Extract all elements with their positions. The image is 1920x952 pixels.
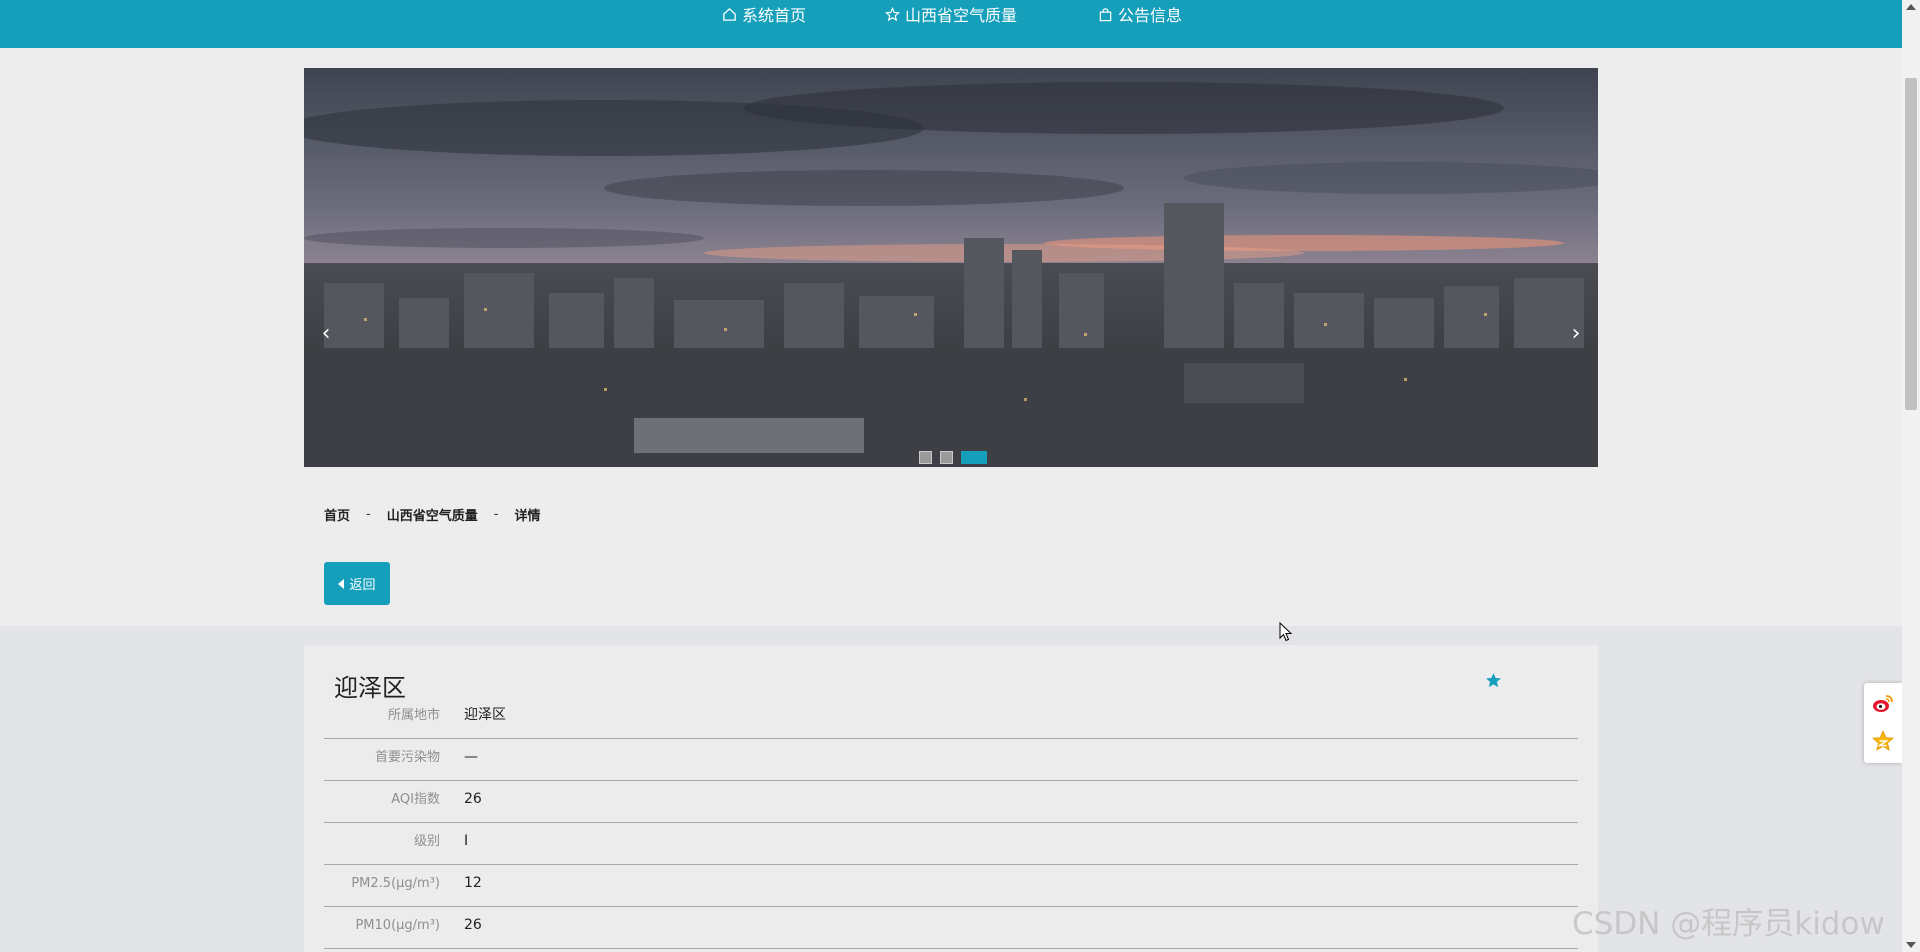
share-widget xyxy=(1864,683,1902,763)
detail-row-primary-pollutant: 首要污染物 — xyxy=(324,739,1578,781)
nav-home-label: 系统首页 xyxy=(742,6,807,25)
carousel-dot-1[interactable] xyxy=(919,451,932,464)
detail-label: 级别 xyxy=(413,834,440,849)
nav-notice-link[interactable]: 公告信息 xyxy=(1098,2,1182,26)
top-navigation-bar: 系统首页 山西省空气质量 公告信息 xyxy=(0,0,1902,49)
detail-row-aqi: AQI指数 26 xyxy=(324,781,1578,823)
breadcrumb-section[interactable]: 山西省空气质量 xyxy=(387,505,478,524)
favorite-star-icon[interactable] xyxy=(1485,672,1502,689)
nav-air-quality-link[interactable]: 山西省空气质量 xyxy=(885,2,1017,26)
carousel-next-arrow[interactable]: › xyxy=(1564,318,1588,348)
detail-label: AQI指数 xyxy=(391,792,440,807)
star-outline-icon xyxy=(885,6,900,21)
breadcrumb-separator: - xyxy=(493,507,499,522)
detail-value: 迎泽区 xyxy=(464,707,506,723)
scroll-up-arrow[interactable] xyxy=(1906,4,1916,10)
detail-row-pm10: PM10(μg/m³) 26 xyxy=(324,907,1578,949)
detail-label: 首要污染物 xyxy=(374,750,440,765)
mouse-cursor-icon xyxy=(1279,622,1293,642)
banner-carousel[interactable]: ‹ › xyxy=(304,68,1598,467)
back-button[interactable]: 返回 xyxy=(324,562,390,605)
nav-notice-label: 公告信息 xyxy=(1118,6,1183,25)
caret-left-icon xyxy=(338,578,345,589)
detail-row-city: 所属地市 迎泽区 xyxy=(324,697,1578,739)
detail-label: PM10(μg/m³) xyxy=(355,918,440,933)
detail-value: I xyxy=(464,833,469,849)
scroll-down-arrow[interactable] xyxy=(1906,942,1916,948)
detail-label: PM2.5(μg/m³) xyxy=(351,876,440,891)
breadcrumb: 首页 - 山西省空气质量 - 详情 xyxy=(324,505,540,524)
back-button-label: 返回 xyxy=(349,578,376,593)
city-skyline-image xyxy=(304,68,1598,467)
detail-value: — xyxy=(464,749,478,765)
detail-value: 26 xyxy=(464,917,482,933)
detail-value: 12 xyxy=(464,875,482,891)
page-scrollbar[interactable] xyxy=(1902,0,1920,952)
carousel-indicators xyxy=(919,451,987,464)
detail-table: 所属地市 迎泽区 首要污染物 — AQI指数 26 级别 I PM2.5(μg/… xyxy=(324,697,1578,949)
detail-row-pm25: PM2.5(μg/m³) 12 xyxy=(324,865,1578,907)
watermark: CSDN @程序员kidow xyxy=(1572,906,1885,942)
bag-icon xyxy=(1099,7,1112,21)
detail-row-level: 级别 I xyxy=(324,823,1578,865)
detail-label: 所属地市 xyxy=(387,708,440,723)
carousel-dot-2[interactable] xyxy=(940,451,953,464)
breadcrumb-current: 详情 xyxy=(514,509,541,524)
scroll-thumb[interactable] xyxy=(1905,78,1917,410)
detail-value: 26 xyxy=(464,791,482,807)
carousel-prev-arrow[interactable]: ‹ xyxy=(314,318,338,348)
carousel-dot-3-active[interactable] xyxy=(961,451,987,464)
nav-home-link[interactable]: 系统首页 xyxy=(722,2,806,26)
nav-air-quality-label: 山西省空气质量 xyxy=(905,6,1018,25)
home-icon xyxy=(723,7,736,21)
breadcrumb-home[interactable]: 首页 xyxy=(324,505,350,524)
weibo-share-icon[interactable] xyxy=(1871,692,1895,716)
detail-card: 迎泽区 所属地市 迎泽区 首要污染物 — AQI指数 26 级别 I PM2.5… xyxy=(304,645,1598,952)
favorite-share-icon[interactable] xyxy=(1871,729,1895,753)
breadcrumb-separator: - xyxy=(366,507,371,522)
